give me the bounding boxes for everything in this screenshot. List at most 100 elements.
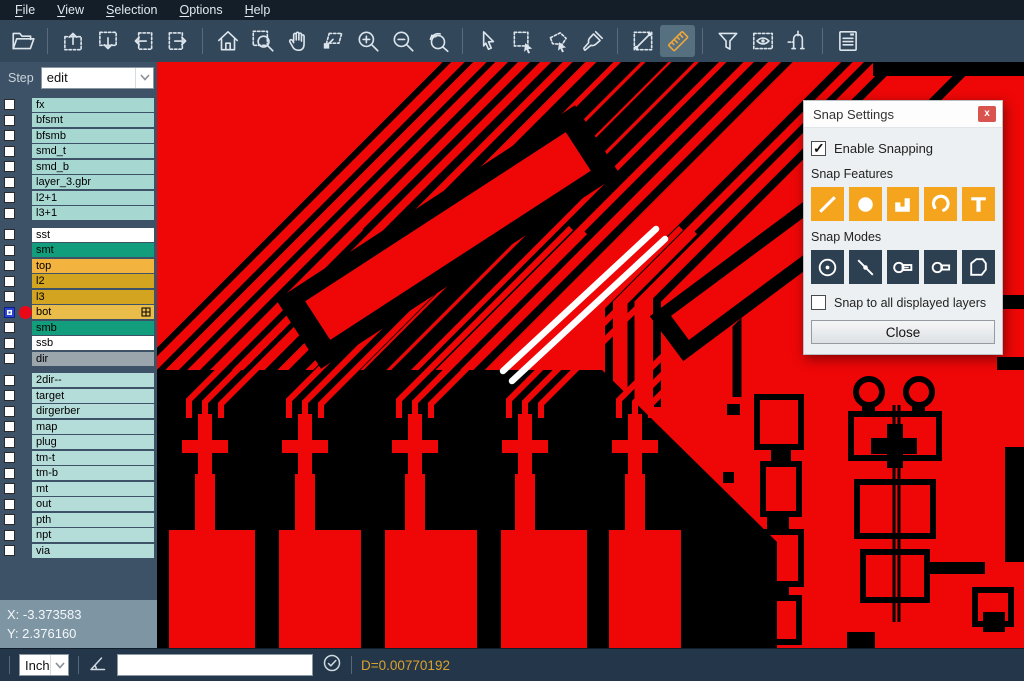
layer-row-tm-t[interactable]: tm-t (0, 450, 157, 466)
zoom-out-button[interactable] (385, 25, 420, 57)
all-layers-checkbox[interactable] (811, 295, 826, 310)
layer-visibility-checkbox[interactable] (4, 260, 15, 271)
layer-visibility-checkbox[interactable] (4, 291, 15, 302)
zoom-previous-button[interactable] (420, 25, 455, 57)
layer-row-bfsmt[interactable]: bfsmt (0, 113, 157, 129)
select-poly-button[interactable] (540, 25, 575, 57)
pan-hand-button[interactable] (280, 25, 315, 57)
layer-row-smd_t[interactable]: smd_t (0, 144, 157, 160)
layer-row-dirgerber[interactable]: dirgerber (0, 404, 157, 420)
pcb-canvas[interactable]: Snap Settings x Enable Snapping Snap Fea… (157, 62, 1024, 648)
snap-mode-line-point-button[interactable] (849, 250, 882, 284)
layer-visibility-checkbox[interactable] (4, 437, 15, 448)
layer-label[interactable]: 2dir-- (32, 373, 154, 387)
ruler-button[interactable] (660, 25, 695, 57)
layer-row-target[interactable]: target (0, 388, 157, 404)
layer-label[interactable]: smd_b (32, 160, 154, 174)
snap-mode-center-button[interactable] (811, 250, 844, 284)
layer-visibility-checkbox[interactable] (4, 375, 15, 386)
layer-visibility-checkbox[interactable] (4, 192, 15, 203)
menu-file[interactable]: File (4, 0, 46, 20)
layer-row-l2[interactable]: l2 (0, 274, 157, 290)
layer-label[interactable]: dirgerber (32, 404, 154, 418)
layer-label[interactable]: target (32, 389, 154, 403)
layer-row-map[interactable]: map (0, 419, 157, 435)
snap-feature-line-button[interactable] (811, 187, 844, 221)
layer-row-plug[interactable]: plug (0, 435, 157, 451)
layer-label[interactable]: via (32, 544, 154, 558)
layer-label[interactable]: mt (32, 482, 154, 496)
layer-label[interactable]: l3 (32, 290, 154, 304)
layer-visibility-checkbox[interactable] (4, 307, 15, 318)
layer-label[interactable]: sst (32, 228, 154, 242)
layer-row-smt[interactable]: smt (0, 243, 157, 259)
move-view-button[interactable] (315, 25, 350, 57)
measure-input[interactable] (117, 654, 313, 676)
close-button[interactable]: Close (811, 320, 995, 344)
measure-line-button[interactable] (625, 25, 660, 57)
snap-feature-pad-button[interactable] (849, 187, 882, 221)
layer-row-ssb[interactable]: ssb (0, 336, 157, 352)
layer-visibility-checkbox[interactable] (4, 146, 15, 157)
menu-view[interactable]: View (46, 0, 95, 20)
layer-visibility-checkbox[interactable] (4, 468, 15, 479)
zoom-in-button[interactable] (350, 25, 385, 57)
layer-visibility-checkbox[interactable] (4, 208, 15, 219)
pan-up-button[interactable] (55, 25, 90, 57)
layer-row-out[interactable]: out (0, 497, 157, 513)
layer-visibility-checkbox[interactable] (4, 322, 15, 333)
layer-row-l3+1[interactable]: l3+1 (0, 206, 157, 222)
clean-brush-button[interactable] (575, 25, 610, 57)
layer-row-mt[interactable]: mt (0, 481, 157, 497)
layer-visibility-checkbox[interactable] (4, 499, 15, 510)
layer-visibility-checkbox[interactable] (4, 406, 15, 417)
layer-label[interactable]: dir (32, 352, 154, 366)
layer-row-l2+1[interactable]: l2+1 (0, 190, 157, 206)
select-arrow-button[interactable] (470, 25, 505, 57)
enable-snapping-checkbox[interactable] (811, 141, 826, 156)
menu-help[interactable]: Help (234, 0, 282, 20)
layer-label[interactable]: bfsmb (32, 129, 154, 143)
layer-label[interactable]: ssb (32, 336, 154, 350)
units-select[interactable]: Inch (19, 654, 69, 676)
report-button[interactable] (830, 25, 865, 57)
menu-selection[interactable]: Selection (95, 0, 168, 20)
layer-row-layer_3.gbr[interactable]: layer_3.gbr (0, 175, 157, 191)
step-select[interactable]: edit (41, 67, 154, 89)
snap-button[interactable] (780, 25, 815, 57)
filter-button[interactable] (710, 25, 745, 57)
layer-visibility-checkbox[interactable] (4, 530, 15, 541)
layer-label[interactable]: bfsmt (32, 113, 154, 127)
layer-visibility-checkbox[interactable] (4, 338, 15, 349)
home-view-button[interactable] (210, 25, 245, 57)
snap-feature-arc-button[interactable] (924, 187, 957, 221)
snap-mode-slot-right-button[interactable] (924, 250, 957, 284)
layer-label[interactable]: top (32, 259, 154, 273)
layer-visibility-checkbox[interactable] (4, 390, 15, 401)
layer-visibility-checkbox[interactable] (4, 161, 15, 172)
layer-label[interactable]: bot (32, 305, 154, 319)
zoom-window-button[interactable] (245, 25, 280, 57)
layer-label[interactable]: smd_t (32, 144, 154, 158)
layer-visibility-checkbox[interactable] (4, 353, 15, 364)
pan-left-button[interactable] (125, 25, 160, 57)
layer-visibility-checkbox[interactable] (4, 276, 15, 287)
layer-label[interactable]: plug (32, 435, 154, 449)
layer-visibility-checkbox[interactable] (4, 245, 15, 256)
layer-label[interactable]: l2+1 (32, 191, 154, 205)
layer-label[interactable]: fx (32, 98, 154, 112)
layer-visibility-checkbox[interactable] (4, 545, 15, 556)
layer-row-via[interactable]: via (0, 543, 157, 559)
angle-icon[interactable] (88, 653, 108, 678)
close-icon[interactable]: x (978, 106, 996, 122)
layer-row-bfsmb[interactable]: bfsmb (0, 128, 157, 144)
layer-label[interactable]: tm-b (32, 466, 154, 480)
layer-label[interactable]: map (32, 420, 154, 434)
snap-feature-surface-button[interactable] (887, 187, 920, 221)
snap-feature-text-button[interactable] (962, 187, 995, 221)
layer-label[interactable]: l3+1 (32, 206, 154, 220)
snap-mode-contour-button[interactable] (962, 250, 995, 284)
pan-down-button[interactable] (90, 25, 125, 57)
layer-row-bot[interactable]: bot (0, 305, 157, 321)
layer-row-npt[interactable]: npt (0, 528, 157, 544)
